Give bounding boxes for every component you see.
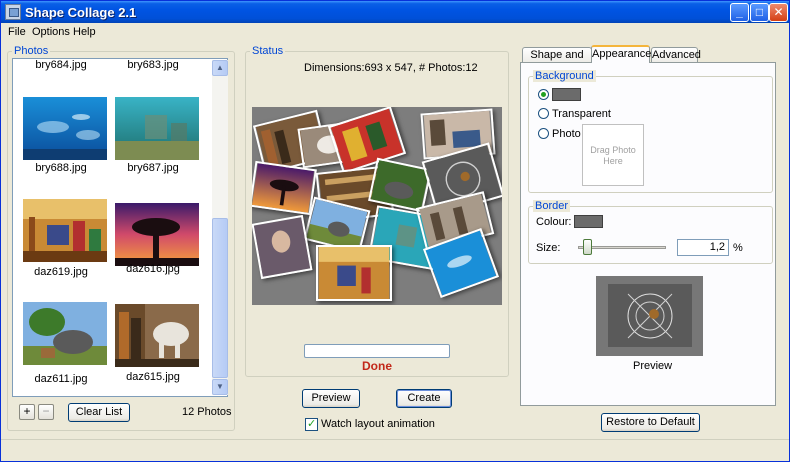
- tab-advanced[interactable]: Advanced: [651, 47, 701, 63]
- border-color-swatch[interactable]: [574, 215, 603, 228]
- clear-list-button[interactable]: Clear List: [68, 403, 130, 422]
- photo-label-daz611: daz611.jpg: [34, 373, 88, 385]
- background-legend: Background: [533, 70, 596, 82]
- photo-label-bry684: bry684.jpg: [35, 59, 87, 71]
- status-bar: [1, 439, 789, 461]
- background-color-radio[interactable]: [538, 89, 549, 100]
- watch-animation-label: Watch layout animation: [321, 418, 435, 430]
- preview-label: Preview: [633, 360, 673, 372]
- collage-photo-toy-room: [316, 245, 392, 301]
- photo-label-bry687: bry687.jpg: [127, 162, 179, 174]
- app-icon[interactable]: [5, 4, 21, 20]
- progress-bar: [304, 344, 450, 358]
- underwater-ruins-thumbnail[interactable]: [115, 97, 199, 160]
- photos-legend: Photos: [12, 45, 51, 57]
- window-title: Shape Collage 2.1: [25, 5, 137, 20]
- rhino-thumbnail[interactable]: [23, 302, 107, 365]
- elephant-thumbnail[interactable]: [115, 304, 199, 367]
- scroll-down-icon[interactable]: ▼: [212, 379, 228, 395]
- remove-photo-button[interactable]: −: [38, 404, 54, 420]
- menu-file[interactable]: File: [8, 26, 26, 38]
- title-bar[interactable]: Shape Collage 2.1 _ □ ✕: [1, 1, 789, 23]
- photo-label: Photo: [552, 128, 581, 140]
- menu-bar: File Options Help: [1, 23, 789, 41]
- underwater-dolphins-thumbnail[interactable]: [23, 97, 107, 160]
- border-size-slider-thumb[interactable]: [583, 239, 592, 255]
- create-button[interactable]: Create: [396, 389, 452, 408]
- photo-label-daz616: daz616.jpg: [126, 263, 180, 275]
- collage-photo-sunset: [252, 160, 317, 216]
- sunset-tree-thumbnail[interactable]: [115, 203, 199, 266]
- tab-appearance[interactable]: Appearance: [591, 45, 651, 63]
- watch-animation-checkbox[interactable]: [305, 417, 318, 431]
- border-group: Border: [528, 200, 773, 264]
- background-photo-radio[interactable]: [538, 128, 549, 139]
- photo-label-daz615: daz615.jpg: [126, 371, 180, 383]
- restore-default-button[interactable]: Restore to Default: [601, 413, 700, 432]
- colour-label: Colour:: [536, 216, 572, 228]
- size-unit: %: [733, 242, 743, 254]
- transparent-label: Transparent: [552, 108, 611, 120]
- border-legend: Border: [533, 200, 571, 212]
- photo-list-scrollbar[interactable]: ▲ ▼: [212, 60, 228, 395]
- add-photo-button[interactable]: +: [19, 404, 35, 420]
- scroll-up-icon[interactable]: ▲: [212, 60, 228, 76]
- size-label: Size:: [536, 242, 561, 254]
- drop-text-line1: Drag Photo: [590, 145, 636, 155]
- collage-canvas: [252, 107, 502, 305]
- photo-count: 12 Photos: [182, 406, 232, 418]
- spider-web-preview-image: [608, 284, 692, 347]
- close-button[interactable]: ✕: [769, 3, 788, 22]
- done-status: Done: [362, 359, 392, 373]
- background-transparent-radio[interactable]: [538, 108, 549, 119]
- background-color-swatch[interactable]: [552, 88, 581, 101]
- dimensions-text: Dimensions:693 x 547, # Photos:12: [304, 62, 478, 74]
- photo-label-bry683: bry683.jpg: [127, 59, 179, 71]
- border-size-input[interactable]: 1,2: [677, 239, 729, 256]
- toy-room-thumbnail[interactable]: [23, 199, 107, 262]
- preview-button[interactable]: Preview: [302, 389, 360, 408]
- menu-options[interactable]: Options: [32, 26, 70, 38]
- app-window: Shape Collage 2.1 _ □ ✕ File Options Hel…: [0, 0, 790, 462]
- collage-photo-portrait: [252, 214, 313, 280]
- photo-label-bry688: bry688.jpg: [35, 162, 87, 174]
- drop-text-line2: Here: [603, 156, 623, 166]
- photo-list[interactable]: bry684.jpg bry683.jpg bry688.jpg bry687.…: [12, 58, 228, 397]
- tab-shape-and-size[interactable]: Shape and Size: [522, 47, 592, 75]
- scroll-thumb[interactable]: [212, 218, 228, 378]
- drag-photo-dropzone[interactable]: Drag Photo Here: [582, 124, 644, 186]
- menu-help[interactable]: Help: [73, 26, 96, 38]
- photo-label-daz619: daz619.jpg: [34, 266, 88, 278]
- minimize-button[interactable]: _: [730, 3, 749, 22]
- status-legend: Status: [250, 45, 286, 57]
- maximize-button[interactable]: □: [750, 3, 769, 22]
